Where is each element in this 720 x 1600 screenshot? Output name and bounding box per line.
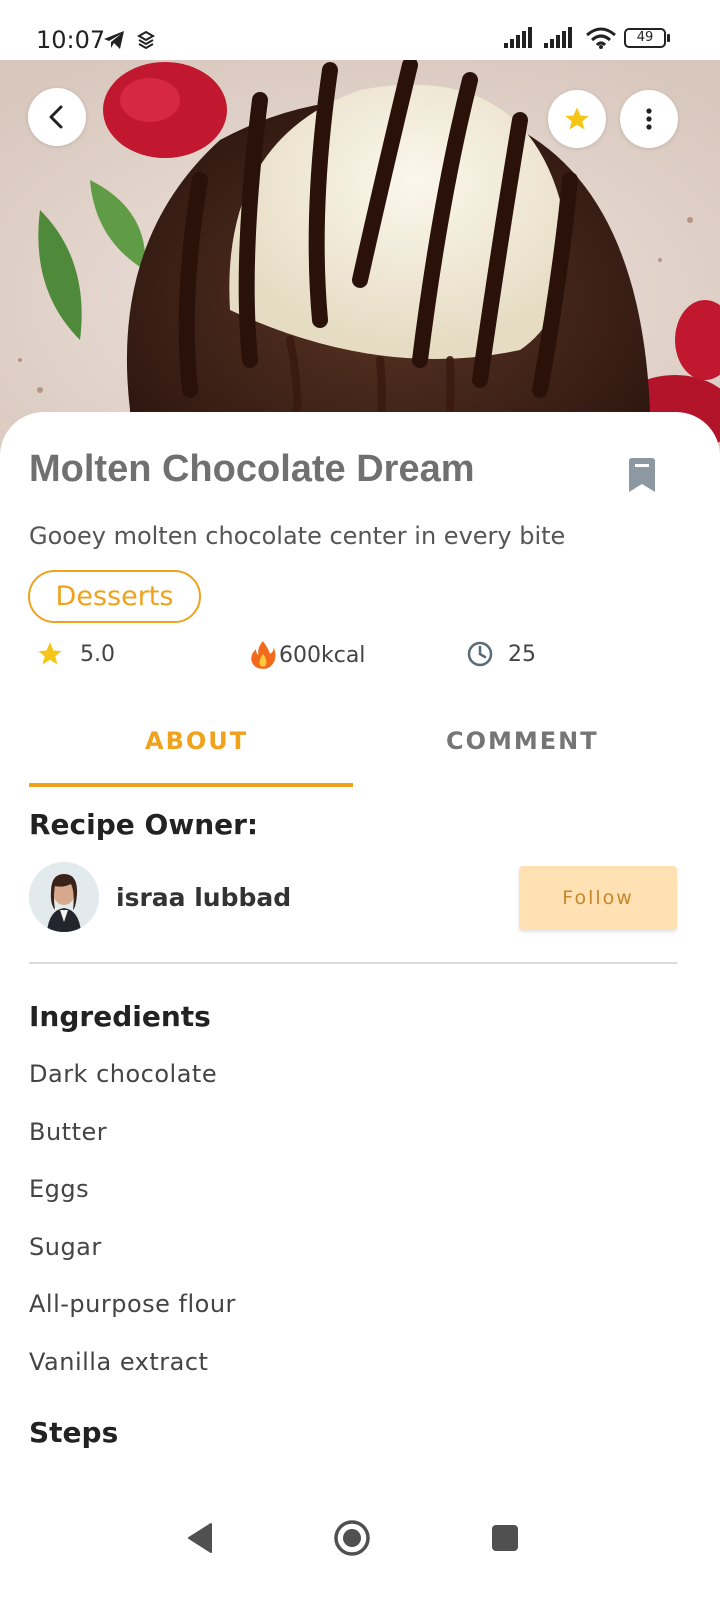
battery-icon: 49 [624, 28, 670, 48]
avatar[interactable] [29, 862, 99, 932]
calories-value: 600kcal [279, 642, 366, 668]
signal-icon [504, 27, 572, 48]
owner-name[interactable]: israa lubbad [116, 883, 291, 912]
nav-home-button[interactable] [322, 1508, 382, 1568]
fire-icon [251, 641, 276, 669]
ingredient-item: Sugar [29, 1233, 102, 1261]
lava-cake-illustration [0, 60, 720, 460]
status-bar: 10:07 49 [0, 0, 720, 62]
ingredients-heading: Ingredients [29, 1000, 211, 1033]
nav-back-icon [188, 1523, 212, 1553]
nav-home-icon [334, 1520, 370, 1556]
rating-meta: 5.0 [36, 640, 115, 668]
calories-meta: 600kcal [249, 640, 365, 670]
section-divider [29, 962, 677, 964]
follow-button[interactable]: Follow [519, 866, 677, 930]
steps-heading: Steps [29, 1416, 119, 1449]
status-right-icons: 49 [504, 27, 670, 49]
system-navigation-bar [0, 1486, 720, 1600]
layers-icon [136, 30, 156, 50]
status-left-icons [102, 29, 160, 56]
nav-recents-button[interactable] [475, 1508, 535, 1568]
bookmark-button[interactable] [626, 457, 658, 498]
tab-comment[interactable]: COMMENT [446, 727, 599, 755]
recipe-hero-image [0, 60, 720, 460]
active-tab-indicator [29, 783, 353, 787]
telegram-icon [104, 30, 156, 50]
ingredient-item: Eggs [29, 1175, 90, 1203]
bookmark-icon [629, 458, 655, 492]
favorite-button[interactable] [548, 90, 606, 148]
star-icon [38, 642, 62, 665]
time-meta: 25 [466, 640, 536, 668]
more-options-button[interactable] [620, 90, 678, 148]
ingredient-item: Vanilla extract [29, 1348, 209, 1376]
recipe-title: Molten Chocolate Dream [29, 448, 475, 490]
category-chip[interactable]: Desserts [28, 570, 201, 623]
wifi-icon [586, 27, 616, 49]
status-time: 10:07 [36, 26, 106, 54]
nav-back-button[interactable] [170, 1508, 230, 1568]
ingredient-item: All-purpose flour [29, 1290, 236, 1318]
nav-recents-icon [492, 1525, 518, 1551]
time-value: 25 [508, 641, 536, 667]
rating-value: 5.0 [80, 641, 115, 667]
clock-icon [467, 641, 493, 667]
recipe-subtitle: Gooey molten chocolate center in every b… [29, 522, 566, 550]
ingredient-item: Butter [29, 1118, 108, 1146]
owner-photo [29, 862, 99, 932]
ingredient-item: Dark chocolate [29, 1060, 218, 1088]
back-button[interactable] [28, 88, 86, 146]
more-vertical-icon [646, 108, 652, 130]
back-arrow-icon [49, 105, 63, 129]
recipe-owner-heading: Recipe Owner: [29, 808, 259, 841]
star-icon [565, 107, 589, 130]
tab-about[interactable]: ABOUT [145, 727, 248, 755]
